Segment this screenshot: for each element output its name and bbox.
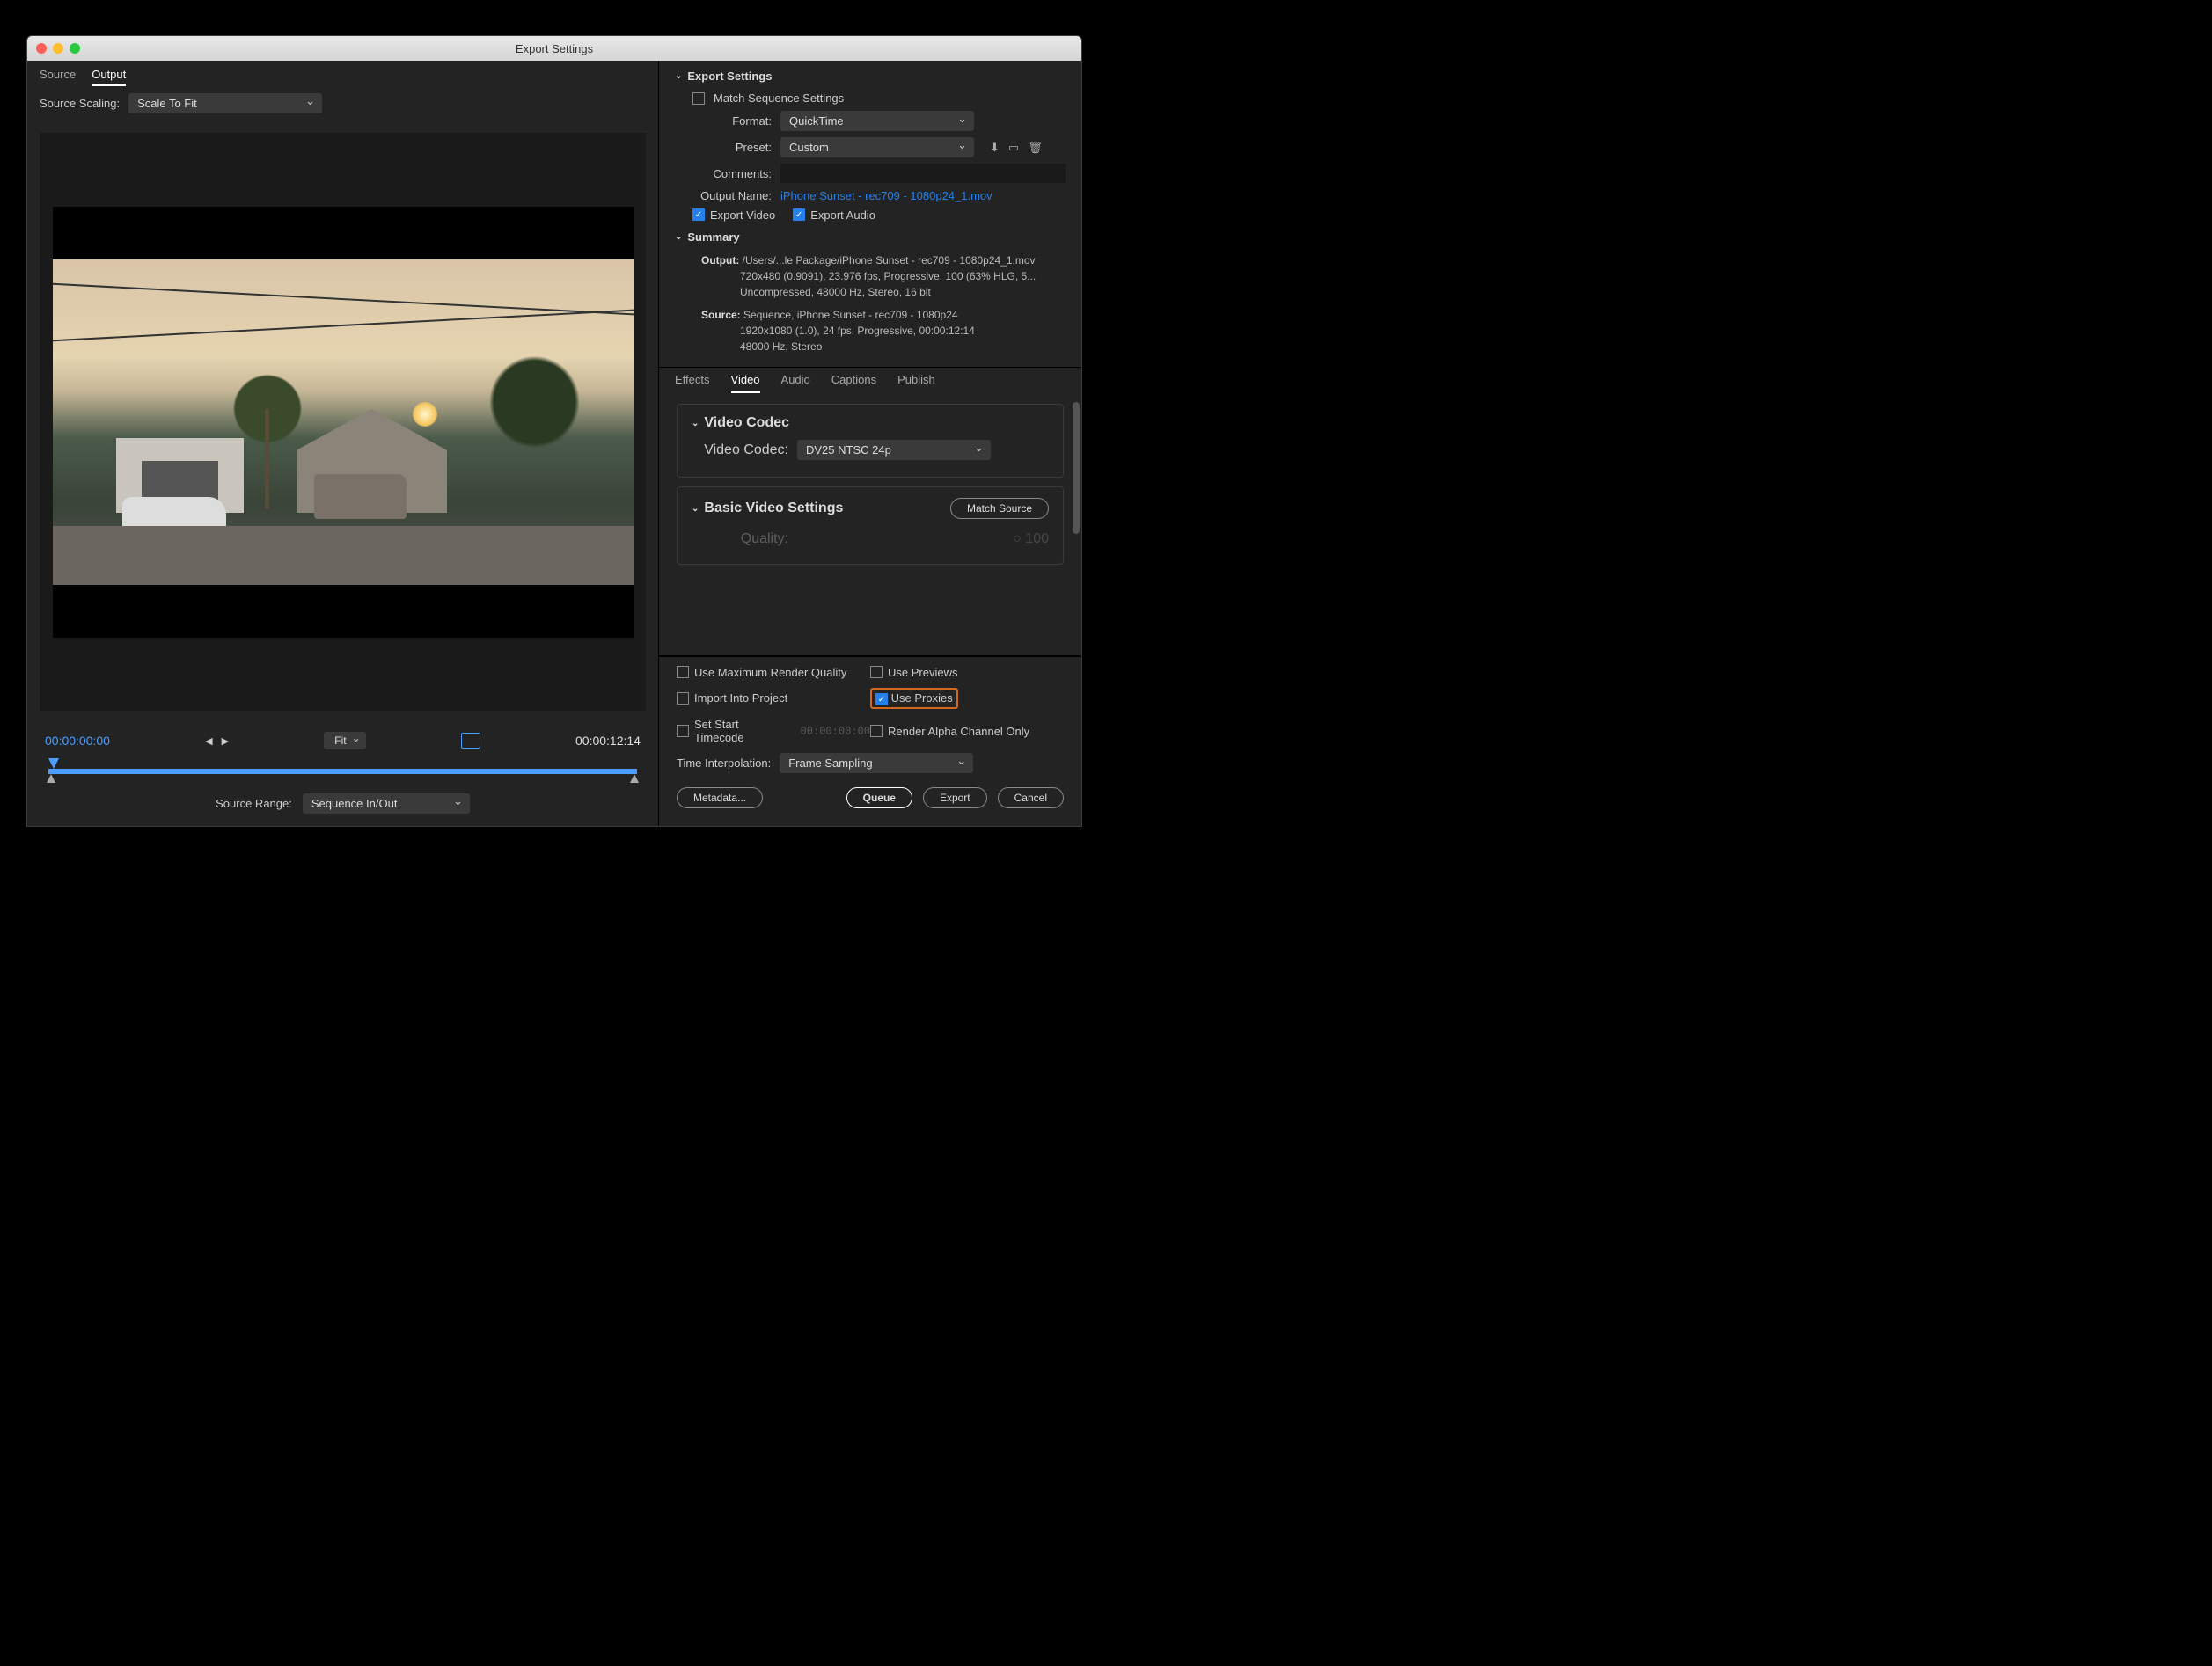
preset-dropdown[interactable]: Custom [780, 137, 974, 157]
export-window: Export Settings Source Output Source Sca… [26, 35, 1082, 827]
use-proxies-checkbox[interactable]: ✓ [875, 693, 888, 705]
out-point-icon[interactable] [630, 774, 639, 783]
set-start-timecode-checkbox[interactable] [677, 725, 689, 737]
preview-panel: Source Output Source Scaling: Scale To F… [27, 61, 659, 826]
export-settings-header[interactable]: ⌄Export Settings [675, 69, 1066, 83]
duration-time: 00:00:12:14 [575, 734, 641, 748]
current-time[interactable]: 00:00:00:00 [45, 734, 110, 748]
import-project-checkbox[interactable] [677, 692, 689, 705]
comments-input[interactable] [780, 164, 1066, 183]
tab-audio[interactable]: Audio [781, 373, 810, 393]
video-codec-header[interactable]: ⌄Video Codec [692, 415, 1049, 431]
tab-captions[interactable]: Captions [831, 373, 876, 393]
zoom-dropdown[interactable]: Fit [324, 732, 365, 749]
summary-header[interactable]: ⌄Summary [675, 230, 1066, 244]
render-alpha-checkbox[interactable] [870, 725, 883, 737]
window-title: Export Settings [27, 42, 1081, 55]
export-video-checkbox[interactable]: ✓ [692, 208, 705, 221]
time-interpolation-dropdown[interactable]: Frame Sampling [780, 753, 973, 773]
queue-button[interactable]: Queue [846, 787, 912, 808]
match-sequence-checkbox[interactable] [692, 92, 705, 105]
prev-frame-icon[interactable]: ◀ [205, 735, 212, 747]
import-preset-icon[interactable]: ▭ [1008, 141, 1019, 155]
delete-preset-icon[interactable]: 🗑 [1028, 141, 1043, 155]
preset-label: Preset: [675, 141, 772, 154]
max-render-quality-checkbox[interactable] [677, 666, 689, 678]
next-frame-icon[interactable]: ▶ [222, 735, 229, 747]
scrollbar[interactable] [1073, 402, 1080, 534]
preview-frame [53, 207, 634, 638]
comments-label: Comments: [675, 167, 772, 180]
preview-area [40, 133, 646, 711]
tab-video[interactable]: Video [731, 373, 760, 393]
titlebar: Export Settings [27, 36, 1081, 61]
export-audio-checkbox[interactable]: ✓ [793, 208, 805, 221]
format-dropdown[interactable]: QuickTime [780, 111, 974, 131]
in-point-icon[interactable] [47, 774, 55, 783]
video-codec-label: Video Codec: [692, 442, 788, 458]
export-button[interactable]: Export [923, 787, 987, 808]
summary-body: Output: /Users/...le Package/iPhone Suns… [701, 252, 1066, 354]
settings-tabs: Effects Video Audio Captions Publish [659, 367, 1081, 393]
start-timecode-value: 00:00:00:00 [801, 725, 870, 737]
source-scaling-dropdown[interactable]: Scale To Fit [128, 93, 322, 113]
timeline[interactable] [45, 758, 641, 779]
output-name-label: Output Name: [675, 189, 772, 202]
tab-output[interactable]: Output [92, 68, 126, 86]
video-codec-dropdown[interactable]: DV25 NTSC 24p [797, 440, 991, 460]
match-source-button[interactable]: Match Source [950, 498, 1049, 519]
source-range-label: Source Range: [216, 797, 292, 810]
safe-margins-icon[interactable] [461, 733, 480, 749]
video-settings-body: ⌄Video Codec Video Codec: DV25 NTSC 24p … [659, 393, 1081, 655]
use-previews-checkbox[interactable] [870, 666, 883, 678]
match-sequence-label: Match Sequence Settings [714, 91, 844, 105]
cancel-button[interactable]: Cancel [998, 787, 1064, 808]
source-scaling-label: Source Scaling: [40, 97, 120, 110]
time-interpolation-label: Time Interpolation: [677, 756, 771, 770]
bottom-options: Use Maximum Render Quality Use Previews … [659, 655, 1081, 827]
playhead-icon[interactable] [48, 758, 59, 769]
output-name-link[interactable]: iPhone Sunset - rec709 - 1080p24_1.mov [780, 189, 992, 202]
export-settings-panel: ⌄Export Settings Match Sequence Settings… [659, 61, 1081, 363]
metadata-button[interactable]: Metadata... [677, 787, 763, 808]
basic-video-header[interactable]: ⌄Basic Video Settings [692, 501, 843, 516]
tab-source[interactable]: Source [40, 68, 76, 86]
preview-image [53, 259, 634, 585]
source-range-dropdown[interactable]: Sequence In/Out [303, 793, 470, 814]
tab-publish[interactable]: Publish [897, 373, 935, 393]
tab-effects[interactable]: Effects [675, 373, 710, 393]
save-preset-icon[interactable]: ⬇ [990, 141, 1000, 155]
format-label: Format: [675, 114, 772, 128]
